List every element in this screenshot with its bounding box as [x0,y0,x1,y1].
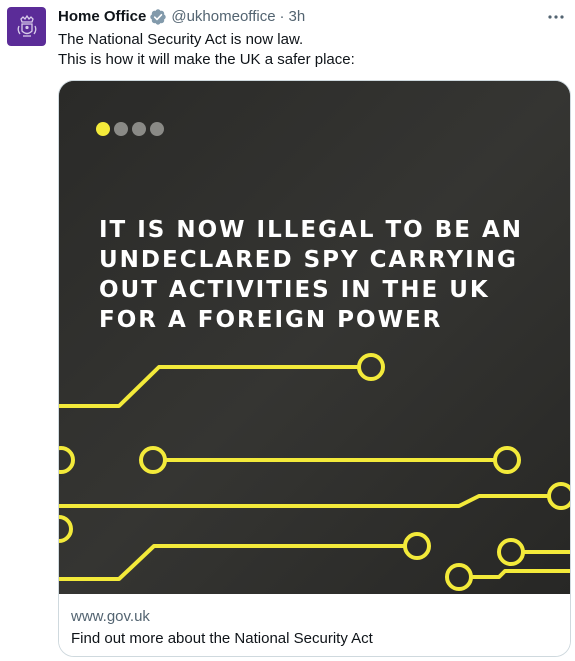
headline-line: IT IS NOW ILLEGAL TO BE AN [99,217,524,243]
author-name[interactable]: Home Office [58,7,146,27]
author-handle[interactable]: @ukhomeoffice [171,7,275,27]
carousel-dot-active [96,122,110,136]
headline-line: UNDECLARED SPY CARRYING [99,247,518,273]
card-image[interactable]: IT IS NOW ILLEGAL TO BE AN UNDECLARED SP… [59,81,570,594]
timestamp[interactable]: 3h [289,7,306,27]
link-card[interactable]: IT IS NOW ILLEGAL TO BE AN UNDECLARED SP… [58,80,571,657]
headline-line: FOR A FOREIGN POWER [99,307,443,333]
card-domain: www.gov.uk [71,608,150,625]
tweet-header: Home Office @ukhomeoffice · 3h [58,7,535,27]
royal-crest-icon [17,14,36,37]
tweet-text-line: The National Security Act is now law. [58,31,304,48]
verified-badge-icon[interactable] [149,8,167,26]
more-horizontal-icon[interactable] [545,7,567,27]
card-title[interactable]: Find out more about the National Securit… [71,630,373,648]
tweet-text-line: This is how it will make the UK a safer … [58,51,355,68]
carousel-dot [132,122,146,136]
carousel-indicator [96,122,164,136]
tweet-text: The National Security Act is now law. Th… [58,30,558,70]
carousel-dot [114,122,128,136]
carousel-dot [150,122,164,136]
card-footer[interactable]: www.gov.uk Find out more about the Natio… [59,594,570,656]
headline-line: OUT ACTIVITIES IN THE UK [99,277,490,303]
circuit-graphic [59,81,570,594]
tweet[interactable]: Home Office @ukhomeoffice · 3h The Natio… [0,0,575,661]
avatar[interactable] [7,7,46,46]
separator-dot: · [279,8,285,25]
card-image-headline: IT IS NOW ILLEGAL TO BE AN UNDECLARED SP… [99,215,559,335]
